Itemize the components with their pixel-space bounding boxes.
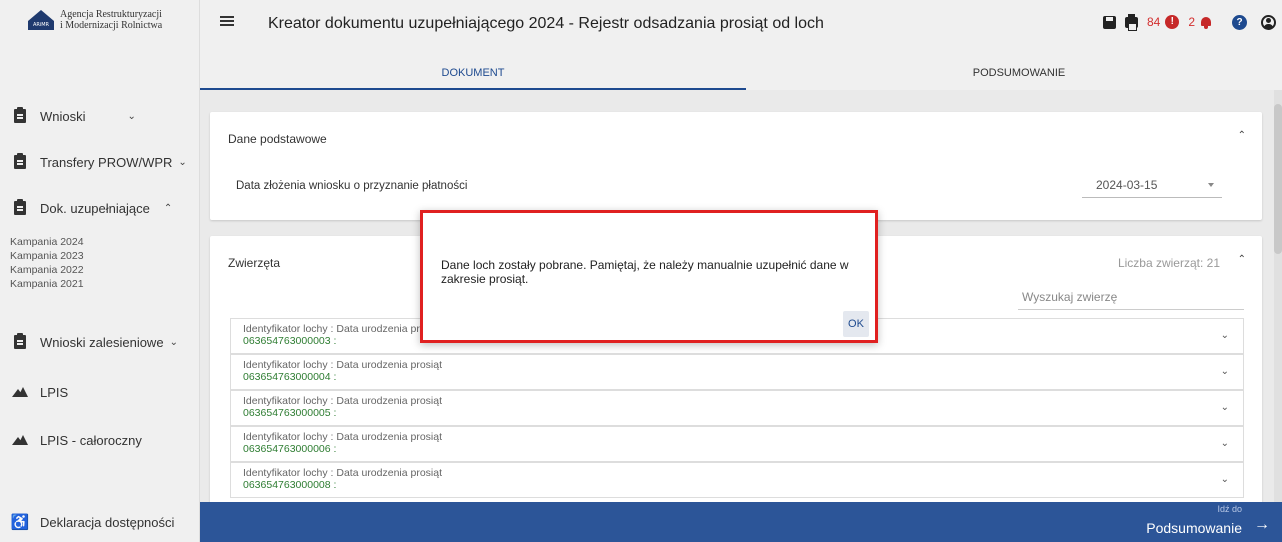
animal-row[interactable]: Identyfikator lochy : Data urodzenia pro…: [230, 426, 1244, 462]
panel-title: Dane podstawowe: [228, 132, 327, 146]
mountain-icon: [0, 435, 40, 445]
sidebar-item-wnioski-zalesieniowe[interactable]: Wnioski zalesieniowe ⌄: [0, 330, 200, 354]
sidebar-item-lpis[interactable]: LPIS: [0, 380, 200, 404]
panel-title: Zwierzęta: [228, 256, 281, 270]
clipboard-icon: [0, 153, 40, 169]
arimr-logo-icon: ARiMR: [28, 10, 54, 30]
basic-data-panel: Dane podstawowe ⌃ Data złożenia wniosku …: [210, 112, 1262, 220]
chevron-down-icon: ⌄: [127, 110, 136, 122]
error-count: 84: [1146, 15, 1161, 29]
logo-text: Agencja Restrukturyzacji i Modernizacji …: [60, 9, 163, 31]
notification-count: 2: [1188, 15, 1195, 29]
chevron-down-icon: ⌄: [1220, 402, 1229, 413]
top-header: Kreator dokumentu uzupełniającego 2024 -…: [200, 0, 1282, 58]
chevron-down-icon: ⌄: [1220, 366, 1229, 377]
animal-row[interactable]: Identyfikator lochy : Data urodzenia pro…: [230, 462, 1244, 498]
chevron-down-icon: ⌄: [169, 336, 178, 348]
chevron-down-icon: ⌄: [1220, 438, 1229, 449]
chevron-up-icon[interactable]: ⌃: [1238, 130, 1246, 141]
help-icon[interactable]: ?: [1232, 14, 1247, 30]
header-actions: 84 ! 2 ?: [1102, 12, 1282, 32]
chevron-down-icon: ⌄: [1220, 330, 1229, 341]
submission-date-label: Data złożenia wniosku o przyznanie płatn…: [236, 180, 468, 192]
animal-count: Liczba zwierząt: 21: [1117, 256, 1220, 270]
arrow-right-icon: →: [1254, 516, 1270, 533]
accessibility-icon: ♿: [10, 514, 30, 531]
sidebar-item-wnioski[interactable]: Wnioski ⌄: [0, 104, 200, 128]
clipboard-icon: [0, 107, 40, 123]
caret-down-icon: [1208, 183, 1214, 187]
submission-date-select[interactable]: 2024-03-15: [1082, 174, 1222, 198]
go-to-summary-button[interactable]: Idź do Podsumowanie →: [200, 502, 1282, 542]
hamburger-menu-icon[interactable]: [220, 16, 234, 26]
sidebar-item-deklaracja-dostepnosci[interactable]: ♿ Deklaracja dostępności: [0, 502, 200, 542]
bell-icon[interactable]: [1200, 16, 1212, 29]
chevron-down-icon: ⌄: [178, 156, 187, 168]
mountain-icon: [0, 387, 40, 397]
user-account-icon[interactable]: [1261, 14, 1276, 30]
clipboard-icon: [0, 333, 40, 349]
error-alert-icon[interactable]: !: [1165, 15, 1180, 29]
tab-podsumowanie[interactable]: PODSUMOWANIE: [746, 58, 1282, 90]
vertical-scrollbar[interactable]: [1274, 90, 1282, 502]
tab-bar: DOKUMENT PODSUMOWANIE: [200, 58, 1282, 90]
sidebar-subitem-kampania-2021[interactable]: Kampania 2021: [10, 278, 84, 290]
animal-row[interactable]: Identyfikator lochy : Data urodzenia pro…: [230, 390, 1244, 426]
info-dialog: Dane loch zostały pobrane. Pamiętaj, że …: [420, 210, 878, 343]
dialog-message: Dane loch zostały pobrane. Pamiętaj, że …: [441, 258, 849, 286]
sidebar-subitem-kampania-2023[interactable]: Kampania 2023: [10, 250, 84, 262]
clipboard-icon: [0, 199, 40, 215]
animal-search-input[interactable]: Wyszukaj zwierzę: [1018, 284, 1244, 310]
sidebar-item-transfery[interactable]: Transfery PROW/WPR ⌄: [0, 150, 200, 174]
sidebar: ARiMR Agencja Restrukturyzacji i Moderni…: [0, 0, 200, 542]
ok-button[interactable]: OK: [843, 311, 869, 337]
save-icon[interactable]: [1102, 15, 1116, 29]
sidebar-subitem-kampania-2022[interactable]: Kampania 2022: [10, 264, 84, 276]
sidebar-item-lpis-caloroczny[interactable]: LPIS - całoroczny: [0, 428, 200, 452]
chevron-up-icon: ⌃: [163, 202, 173, 214]
logo[interactable]: ARiMR Agencja Restrukturyzacji i Moderni…: [0, 0, 199, 40]
tab-dokument[interactable]: DOKUMENT: [200, 58, 746, 90]
page-title: Kreator dokumentu uzupełniającego 2024 -…: [268, 15, 824, 32]
chevron-up-icon[interactable]: ⌃: [1238, 254, 1246, 265]
animal-row[interactable]: Identyfikator lochy : Data urodzenia pro…: [230, 354, 1244, 390]
print-icon[interactable]: [1124, 13, 1138, 31]
sidebar-item-dok-uzupelniajace[interactable]: Dok. uzupełniające ⌃: [0, 196, 200, 220]
sidebar-subitem-kampania-2024[interactable]: Kampania 2024: [10, 236, 84, 248]
chevron-down-icon: ⌄: [1220, 474, 1229, 485]
